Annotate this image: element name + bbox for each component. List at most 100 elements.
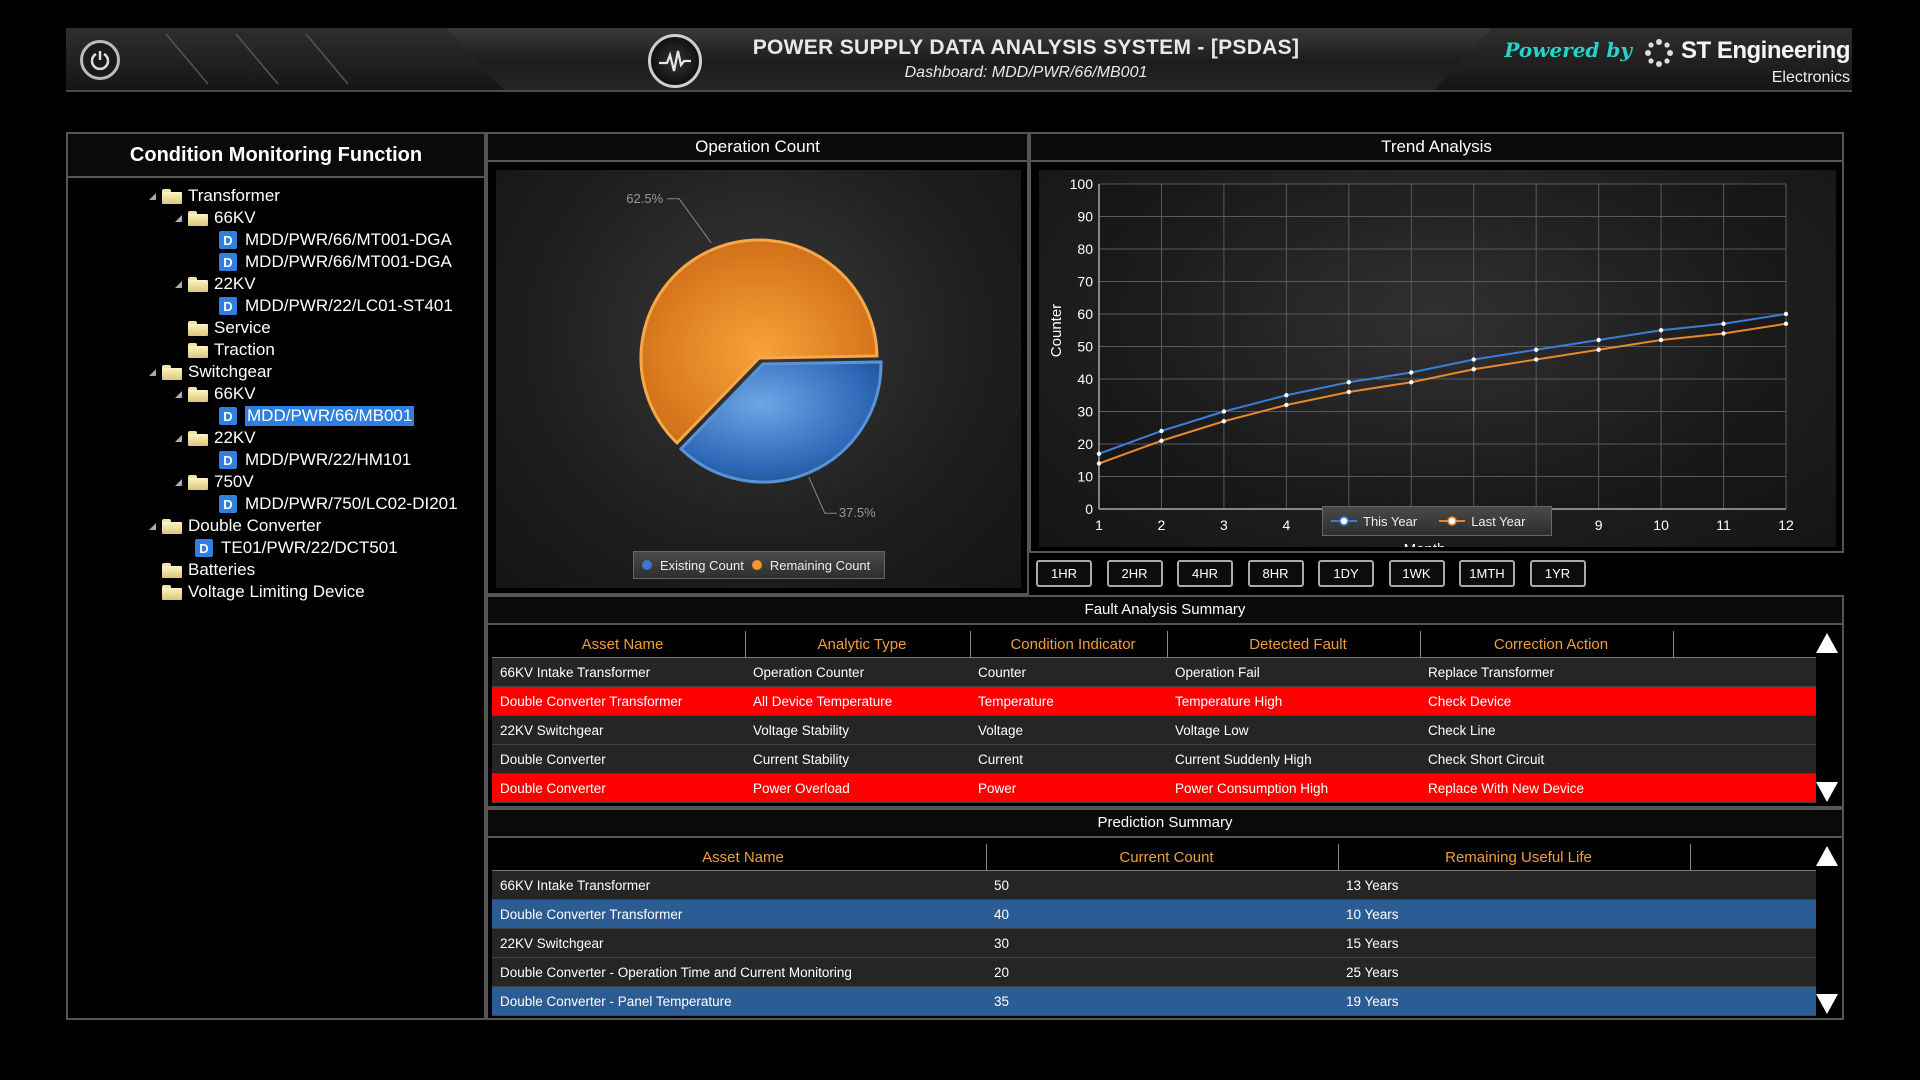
time-range-button-1dy[interactable]: 1DY bbox=[1318, 560, 1374, 587]
time-range-button-1wk[interactable]: 1WK bbox=[1388, 560, 1445, 587]
tree-node[interactable]: Service bbox=[174, 316, 271, 340]
tree-node[interactable]: 66KV bbox=[174, 206, 256, 230]
table-cell: Double Converter bbox=[500, 751, 606, 767]
table-row[interactable]: Double Converter Current Stability Current… bbox=[492, 745, 1816, 774]
table-cell: Check Line bbox=[1428, 722, 1496, 738]
time-range-button-4hr[interactable]: 4HR bbox=[1177, 560, 1233, 587]
tree-node[interactable]: Double Converter bbox=[148, 514, 321, 538]
table-row[interactable]: 66KV Intake Transformer Operation Counter… bbox=[492, 658, 1816, 687]
column-header[interactable]: Remaining Useful Life bbox=[1338, 843, 1690, 871]
tree-node-label: Voltage Limiting Device bbox=[188, 582, 365, 601]
tree-node[interactable]: Batteries bbox=[148, 558, 255, 582]
expand-arrow-icon[interactable] bbox=[174, 389, 184, 399]
column-header[interactable]: Detected Fault bbox=[1167, 630, 1420, 658]
tree-node[interactable]: D MDD/PWR/66/MT001-DGA bbox=[219, 228, 452, 252]
column-header[interactable] bbox=[1673, 630, 1813, 658]
table-row[interactable]: Double Converter - Panel Temperature 35 19… bbox=[492, 987, 1816, 1016]
expand-arrow-icon[interactable] bbox=[174, 279, 184, 289]
table-row[interactable]: 22KV Switchgear 30 15 Years bbox=[492, 929, 1816, 958]
table-cell: Voltage Low bbox=[1175, 722, 1249, 738]
column-header[interactable]: Correction Action bbox=[1420, 630, 1673, 658]
pie-legend: Existing Count Remaining Count bbox=[633, 551, 885, 579]
data-point bbox=[1596, 337, 1601, 343]
scroll-down-icon[interactable] bbox=[1816, 994, 1838, 1014]
column-header[interactable]: Asset Name bbox=[492, 844, 986, 871]
expand-arrow-icon[interactable] bbox=[148, 191, 158, 201]
legend-swatch-this-year bbox=[1331, 516, 1357, 526]
column-header[interactable] bbox=[1690, 843, 1815, 871]
time-range-button-2hr[interactable]: 2HR bbox=[1106, 560, 1163, 587]
data-point bbox=[1221, 409, 1227, 414]
tree-node[interactable]: D MDD/PWR/750/LC02-DI201 bbox=[219, 492, 458, 516]
expand-arrow-icon[interactable] bbox=[174, 433, 184, 443]
expand-arrow-icon[interactable] bbox=[174, 477, 184, 487]
time-range-button-1mth[interactable]: 1MTH bbox=[1459, 560, 1515, 587]
spacer bbox=[174, 323, 184, 333]
table-cell: Temperature High bbox=[1175, 693, 1283, 709]
column-header[interactable]: Current Count bbox=[986, 843, 1338, 871]
data-point bbox=[1658, 328, 1664, 333]
tree-node[interactable]: D MDD/PWR/66/MT001-DGA bbox=[219, 250, 452, 274]
table-cell: Check Short Circuit bbox=[1428, 751, 1545, 767]
legend-swatch-remaining bbox=[751, 560, 762, 570]
column-header[interactable]: Analytic Type bbox=[745, 630, 970, 658]
expand-arrow-icon[interactable] bbox=[148, 367, 158, 377]
tree-node[interactable]: Traction bbox=[174, 338, 275, 362]
x-tick-label: 11 bbox=[1716, 517, 1731, 533]
power-icon[interactable] bbox=[80, 40, 120, 80]
tree-node[interactable]: Switchgear bbox=[148, 360, 272, 384]
time-range-button-1yr[interactable]: 1YR bbox=[1529, 560, 1586, 587]
header-left-plate bbox=[66, 28, 506, 90]
table-cell: 20 bbox=[994, 964, 1010, 980]
folder-icon bbox=[188, 386, 208, 402]
prediction-summary-panel: Prediction Summary Asset Name Current Cou… bbox=[486, 808, 1844, 1020]
tree-node-label: TE01/PWR/22/DCT501 bbox=[221, 538, 398, 557]
y-tick-label: 10 bbox=[1077, 469, 1093, 485]
data-point bbox=[1284, 402, 1289, 408]
trend-analysis-title: Trend Analysis bbox=[1031, 134, 1842, 162]
time-range-button-1hr[interactable]: 1HR bbox=[1036, 560, 1092, 587]
decor-slash bbox=[305, 34, 385, 84]
tree-node[interactable]: 66KV bbox=[174, 382, 256, 406]
column-header[interactable]: Condition Indicator bbox=[970, 630, 1167, 658]
table-cell: Check Device bbox=[1428, 693, 1512, 709]
tree-node-label: 22KV bbox=[214, 274, 256, 293]
scroll-up-icon[interactable] bbox=[1816, 633, 1838, 653]
line-chart-svg: 0102030405060708090100123456789101112Mon… bbox=[1048, 176, 1794, 558]
scroll-down-icon[interactable] bbox=[1816, 782, 1838, 802]
x-tick-label: 9 bbox=[1595, 517, 1603, 533]
spacer bbox=[148, 565, 158, 575]
table-row[interactable]: Double Converter - Operation Time and Cu… bbox=[492, 958, 1816, 987]
tree-node[interactable]: D MDD/PWR/22/LC01-ST401 bbox=[219, 294, 453, 318]
spacer bbox=[148, 587, 158, 597]
table-row[interactable]: 66KV Intake Transformer 50 13 Years bbox=[492, 871, 1816, 900]
tree-node-label: MDD/PWR/22/HM101 bbox=[245, 450, 412, 469]
table-cell: Double Converter - Operation Time and Cu… bbox=[500, 964, 852, 980]
tree-node[interactable]: D MDD/PWR/22/HM101 bbox=[219, 448, 411, 472]
tree-node[interactable]: D TE01/PWR/22/DCT501 bbox=[195, 536, 398, 560]
trend-legend: This Year Last Year bbox=[1322, 506, 1552, 536]
tree-node[interactable]: 750V bbox=[174, 470, 254, 494]
tree-node[interactable]: Transformer bbox=[148, 184, 280, 208]
x-tick-label: 4 bbox=[1282, 517, 1290, 533]
table-row[interactable]: 22KV Switchgear Voltage Stability Voltage V… bbox=[492, 716, 1816, 745]
tree-node[interactable]: 22KV bbox=[174, 426, 256, 450]
column-header[interactable]: Asset Name bbox=[492, 631, 745, 658]
tree-node[interactable]: D MDD/PWR/66/MB001 bbox=[219, 404, 415, 428]
data-point bbox=[1409, 370, 1414, 375]
x-tick-label: 1 bbox=[1095, 517, 1103, 533]
scroll-up-icon[interactable] bbox=[1816, 846, 1838, 866]
time-range-button-8hr[interactable]: 8HR bbox=[1247, 560, 1304, 587]
table-cell: Voltage bbox=[978, 722, 1024, 738]
table-row[interactable]: Double Converter Power Overload Power Power… bbox=[492, 774, 1816, 803]
table-row[interactable]: Double Converter Transformer All Device T… bbox=[492, 687, 1816, 716]
data-point bbox=[1096, 461, 1102, 466]
table-row[interactable]: Double Converter Transformer 40 10 Years bbox=[492, 900, 1816, 929]
folder-icon bbox=[162, 584, 182, 600]
tree-node[interactable]: Voltage Limiting Device bbox=[148, 580, 365, 604]
table-cell: 66KV Intake Transformer bbox=[500, 664, 651, 680]
expand-arrow-icon[interactable] bbox=[174, 213, 184, 223]
tree-node[interactable]: 22KV bbox=[174, 272, 256, 296]
table-cell: 40 bbox=[994, 906, 1010, 922]
expand-arrow-icon[interactable] bbox=[148, 521, 158, 531]
